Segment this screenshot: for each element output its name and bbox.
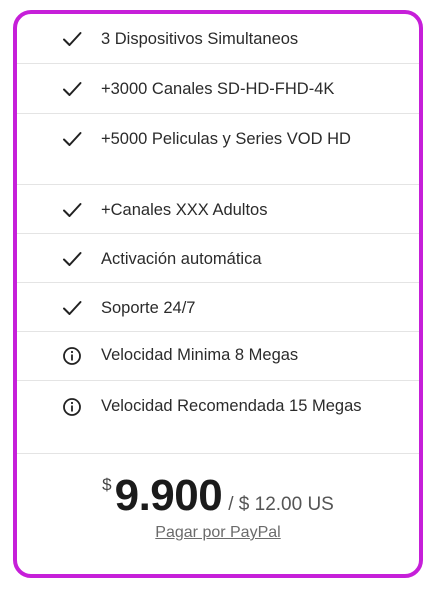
feature-label: Activación automática [101, 250, 262, 268]
feature-label: 3 Dispositivos Simultaneos [101, 30, 299, 48]
feature-item: Activación automática [17, 234, 419, 283]
alt-price: / $ 12.00 US [228, 494, 334, 515]
check-icon [61, 249, 83, 269]
feature-item: +3000 Canales SD-HD-FHD-4K [17, 64, 419, 114]
price-line: $ 9.900 / $ 12.00 US [17, 474, 419, 518]
feature-label: +5000 Peliculas y Series VOD HD [101, 130, 351, 148]
price-block: $ 9.900 / $ 12.00 US Pagar por PayPal [17, 454, 419, 542]
feature-label: +3000 Canales SD-HD-FHD-4K [101, 80, 335, 98]
feature-label: Soporte 24/7 [101, 299, 196, 317]
feature-item: 3 Dispositivos Simultaneos [17, 14, 419, 64]
feature-label: +Canales XXX Adultos [101, 201, 268, 219]
paypal-link[interactable]: Pagar por PayPal [155, 524, 280, 542]
feature-item: Velocidad Recomendada 15 Megas [17, 381, 419, 453]
feature-item: Velocidad Minima 8 Megas [17, 332, 419, 381]
check-icon [61, 200, 83, 220]
check-icon [61, 79, 83, 99]
feature-label: Velocidad Recomendada 15 Megas [101, 397, 362, 415]
info-icon [61, 396, 83, 418]
check-icon [61, 298, 83, 318]
feature-list: 3 Dispositivos Simultaneos +3000 Canales… [17, 14, 419, 453]
pricing-card: 3 Dispositivos Simultaneos +3000 Canales… [13, 10, 423, 578]
feature-label: Velocidad Minima 8 Megas [101, 346, 299, 364]
info-icon [61, 345, 83, 367]
check-icon [61, 129, 83, 149]
feature-item: +Canales XXX Adultos [17, 185, 419, 234]
price-amount: 9.900 [114, 471, 223, 520]
feature-item: Soporte 24/7 [17, 283, 419, 332]
check-icon [61, 29, 83, 49]
feature-item: +5000 Peliculas y Series VOD HD [17, 114, 419, 185]
currency-symbol: $ [102, 475, 112, 494]
